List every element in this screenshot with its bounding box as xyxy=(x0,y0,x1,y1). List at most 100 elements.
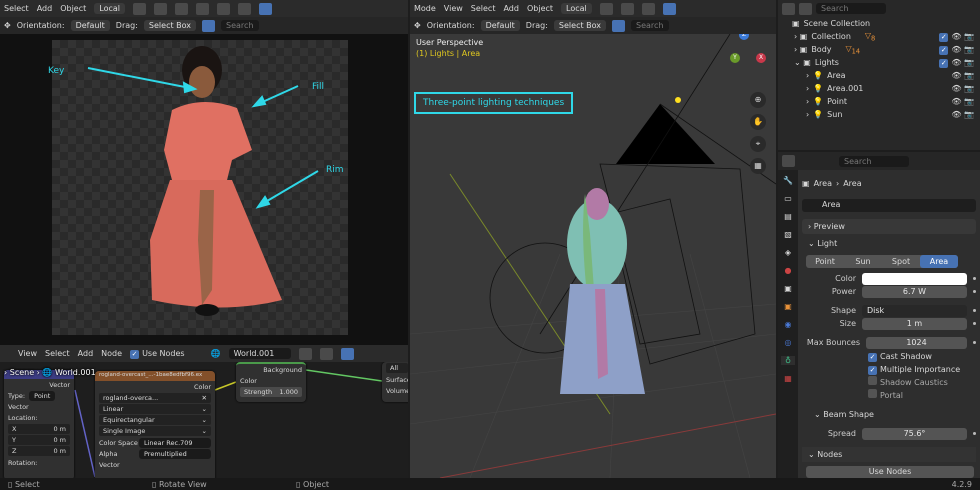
loc-y[interactable]: Y0 m xyxy=(8,435,70,445)
menu-select[interactable]: Select xyxy=(4,4,29,13)
mode-dropdown[interactable]: Mode xyxy=(414,4,436,13)
menu-add[interactable]: Add xyxy=(37,4,53,13)
type-spot[interactable]: Spot xyxy=(882,255,920,268)
node-menu-select[interactable]: Select xyxy=(45,349,70,358)
use-nodes-button[interactable]: Use Nodes xyxy=(806,466,974,478)
type-sun[interactable]: Sun xyxy=(844,255,882,268)
collection-tab-icon[interactable]: ▣ xyxy=(784,284,792,293)
gizmo-y[interactable]: Y xyxy=(730,53,740,63)
vp-menu-add[interactable]: Add xyxy=(503,4,519,13)
filter-icon[interactable] xyxy=(799,2,812,15)
menu-object[interactable]: Object xyxy=(60,4,86,13)
preview-panel[interactable]: › Preview xyxy=(802,219,976,234)
vp-menu-select[interactable]: Select xyxy=(471,4,496,13)
target-dropdown[interactable]: All xyxy=(386,363,408,373)
light-datablock[interactable]: Area xyxy=(802,199,976,212)
light-panel-header[interactable]: ⌄ Light xyxy=(802,236,976,250)
outliner-light-point[interactable]: › 💡 Point 👁 📷 xyxy=(778,95,980,108)
proportional-icon[interactable] xyxy=(153,2,167,15)
node-menu-view[interactable]: View xyxy=(18,349,37,358)
vp-drag-dropdown[interactable]: Select Box xyxy=(553,20,607,31)
strength-field[interactable]: Strength 1.000 xyxy=(240,387,302,397)
interp-dropdown[interactable]: Linear ⌄ xyxy=(99,404,211,414)
cast-shadow-checkbox[interactable]: ✓ Cast Shadow xyxy=(868,350,960,363)
alpha-dropdown[interactable]: Premultiplied xyxy=(139,448,211,459)
outliner-light-area[interactable]: › 💡 Area 👁 📷 xyxy=(778,69,980,82)
outliner-light-sun[interactable]: › 💡 Sun 👁 📷 xyxy=(778,108,980,121)
pivot-dropdown[interactable]: Local xyxy=(94,3,125,14)
visibility-icon[interactable] xyxy=(202,19,216,32)
world-datablock[interactable]: World.001 xyxy=(228,348,291,359)
render-tab-icon[interactable]: ▭ xyxy=(784,194,792,203)
vp-select-icon[interactable] xyxy=(612,19,626,32)
outliner-lights[interactable]: ⌄ ▣ Lights ✓ 👁 📷 xyxy=(778,56,980,69)
display-mode-icon[interactable] xyxy=(782,2,795,15)
background-node[interactable]: Background Color Strength 1.000 xyxy=(236,362,306,402)
nodes-panel-header[interactable]: ⌄ Nodes xyxy=(802,447,976,462)
projection-dropdown[interactable]: Equirectangular ⌄ xyxy=(99,415,211,425)
vp-search-input[interactable]: Search xyxy=(631,20,669,31)
type-dropdown[interactable]: Point xyxy=(29,390,56,401)
solid-shading-icon[interactable] xyxy=(237,2,251,15)
portal-checkbox[interactable]: Portal xyxy=(868,389,960,402)
vp-visibility-icon[interactable] xyxy=(641,2,655,15)
vp-proportional-icon[interactable] xyxy=(620,2,634,15)
pin-icon[interactable] xyxy=(319,347,333,360)
scene-tab-icon[interactable]: ◈ xyxy=(785,248,791,257)
gizmo-z[interactable]: Z xyxy=(739,34,749,40)
environment-texture-node[interactable]: rogland-overcast_...-1bae8edfbf96.ex Col… xyxy=(95,371,215,478)
outliner-search[interactable]: Search xyxy=(816,3,886,14)
outliner-body[interactable]: › ▣ Body ▽14 ✓ 👁 📷 xyxy=(778,43,980,56)
grid-icon[interactable]: ▦ xyxy=(750,158,766,174)
physics-tab-icon[interactable]: ◉ xyxy=(785,320,792,329)
use-nodes-checkbox[interactable]: ✓ Use Nodes xyxy=(130,349,185,359)
type-area[interactable]: Area xyxy=(920,255,958,268)
props-search[interactable]: Search xyxy=(839,155,909,167)
type-point[interactable]: Point xyxy=(806,255,844,268)
cs-dropdown[interactable]: Linear Rec.709 xyxy=(139,437,211,448)
fake-user-icon[interactable] xyxy=(298,347,312,360)
world-tab-icon[interactable]: ● xyxy=(785,266,792,275)
view-layer-tab-icon[interactable]: ▧ xyxy=(784,230,792,239)
overlay-icon[interactable] xyxy=(174,2,188,15)
node-menu-node[interactable]: Node xyxy=(101,349,122,358)
xray-icon[interactable] xyxy=(195,2,209,15)
color-swatch[interactable] xyxy=(862,272,967,285)
power-field[interactable]: 6.7 W xyxy=(862,285,967,298)
node-view-icon[interactable] xyxy=(340,347,354,360)
outliner-light-area001[interactable]: › 💡 Area.001 👁 📷 xyxy=(778,82,980,95)
vp-menu-view[interactable]: View xyxy=(444,4,463,13)
beam-shape-header[interactable]: ⌄ Beam Shape xyxy=(814,410,874,419)
outliner-collection[interactable]: › ▣ Collection ▽8 ✓ 👁 📷 xyxy=(778,30,980,43)
scene-collection[interactable]: ▣ Scene Collection xyxy=(778,17,980,30)
wireframe-shading-icon[interactable] xyxy=(216,2,230,15)
loc-z[interactable]: Z0 m xyxy=(8,446,70,456)
navigation-gizmo[interactable]: Z Y X xyxy=(720,34,770,84)
multiple-importance-checkbox[interactable]: ✓ Multiple Importance xyxy=(868,363,960,376)
vp-menu-object[interactable]: Object xyxy=(527,4,553,13)
vp-gizmo-icon[interactable] xyxy=(662,2,676,15)
camera-icon[interactable]: ⌖ xyxy=(750,136,766,152)
rendered-shading-icon[interactable] xyxy=(258,2,272,15)
zoom-icon[interactable]: ⊕ xyxy=(750,92,766,108)
node-menu-add[interactable]: Add xyxy=(78,349,94,358)
max-bounces-field[interactable]: 1024 xyxy=(866,336,967,349)
source-dropdown[interactable]: Single Image ⌄ xyxy=(99,426,211,436)
tool-tab-icon[interactable]: 🔧 xyxy=(783,176,793,185)
light-data-tab-icon[interactable]: ♁ xyxy=(781,356,795,365)
vp-snap-icon[interactable] xyxy=(599,2,613,15)
shadow-caustics-checkbox[interactable]: Shadow Caustics xyxy=(868,376,960,389)
object-tab-icon[interactable]: ▣ xyxy=(784,302,792,311)
output-tab-icon[interactable]: ▤ xyxy=(784,212,792,221)
3d-viewport[interactable]: User Perspective (1) Lights | Area Three… xyxy=(410,34,776,478)
snap-icon[interactable] xyxy=(132,2,146,15)
world-icon[interactable]: 🌐 xyxy=(211,349,221,358)
gizmo-x[interactable]: X xyxy=(756,53,766,63)
vp-pivot-dropdown[interactable]: Local xyxy=(561,3,592,14)
search-input[interactable]: Search xyxy=(221,20,259,31)
shape-dropdown[interactable]: Disk xyxy=(862,304,967,317)
breadcrumb-world[interactable]: World.001 xyxy=(55,368,96,377)
pan-hand-icon[interactable]: ✋ xyxy=(750,114,766,130)
world-output-node[interactable]: All Surface Volume xyxy=(382,362,408,402)
orientation-dropdown[interactable]: Default xyxy=(70,20,110,31)
